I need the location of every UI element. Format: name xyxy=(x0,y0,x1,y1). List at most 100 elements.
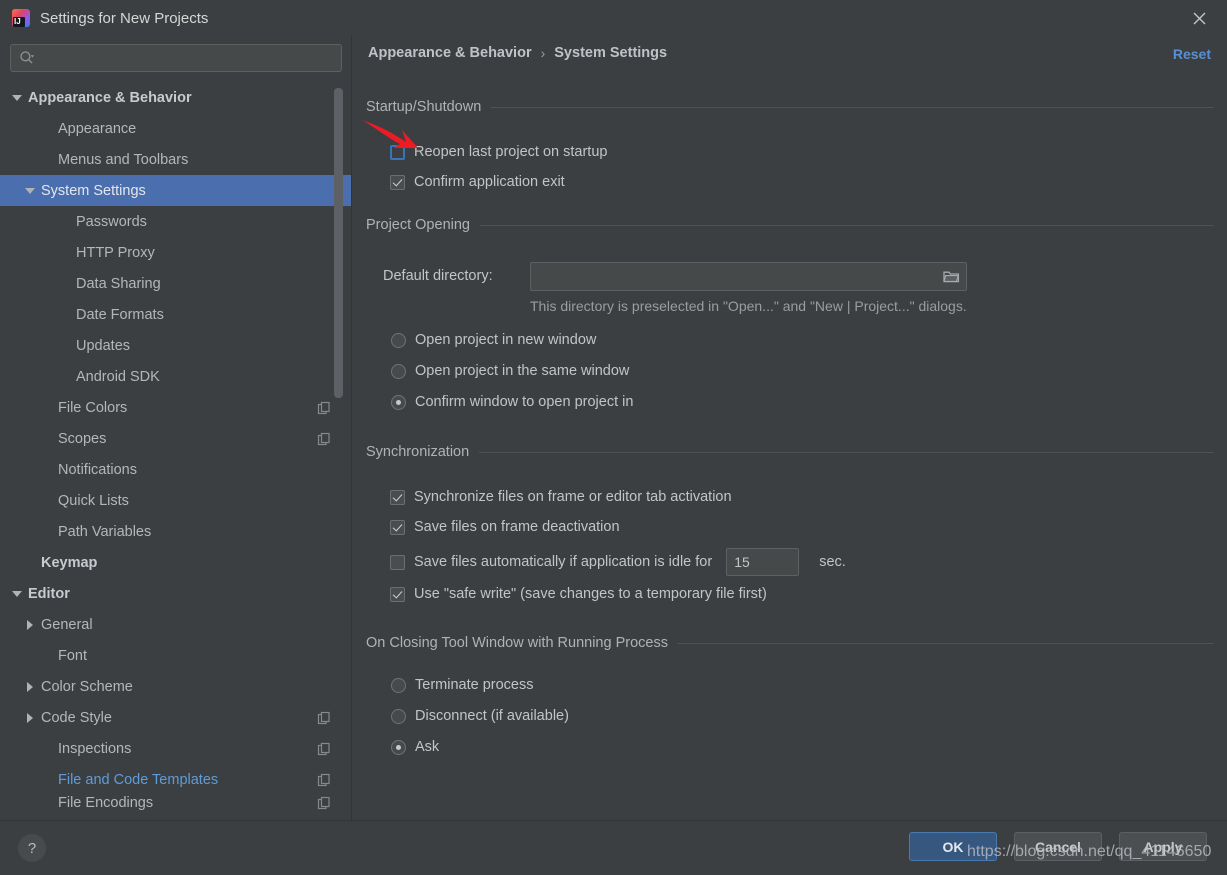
sidebar-item-code-style[interactable]: Code Style xyxy=(0,702,351,733)
idle-seconds-input[interactable] xyxy=(726,548,800,576)
chevron-down-icon[interactable] xyxy=(10,587,24,601)
sidebar-item-http-proxy[interactable]: HTTP Proxy xyxy=(0,237,351,268)
chevron-right-icon[interactable] xyxy=(23,680,37,694)
sidebar-item-general[interactable]: General xyxy=(0,609,351,640)
ok-button[interactable]: OK xyxy=(909,832,997,861)
copy-settings-icon[interactable] xyxy=(317,796,331,810)
open-project-new-window-radio[interactable] xyxy=(391,332,406,348)
terminate-process-radio[interactable] xyxy=(391,677,406,693)
radio-row-open-same-window[interactable]: Open project in the same window xyxy=(391,363,629,379)
radio-row-confirm-window[interactable]: Confirm window to open project in xyxy=(391,394,633,410)
chevron-down-icon[interactable] xyxy=(23,184,37,198)
checkbox-row-safe-write[interactable]: Use "safe write" (save changes to a temp… xyxy=(390,586,767,602)
save-on-deactivation-checkbox[interactable] xyxy=(390,519,405,535)
sidebar-item-label: Color Scheme xyxy=(41,678,133,695)
section-title-project-opening: Project Opening xyxy=(366,217,470,233)
chevron-right-icon[interactable] xyxy=(23,711,37,725)
sidebar-item-label: Code Style xyxy=(41,709,112,726)
sidebar-item-menus-and-toolbars[interactable]: Menus and Toolbars xyxy=(0,144,351,175)
save-when-idle-label: Save files automatically if application … xyxy=(414,554,713,570)
copy-settings-icon[interactable] xyxy=(317,711,331,725)
section-title-startup: Startup/Shutdown xyxy=(366,99,482,115)
search-input[interactable] xyxy=(40,50,320,66)
radio-row-disconnect[interactable]: Disconnect (if available) xyxy=(391,708,569,724)
breadcrumb-parent[interactable]: Appearance & Behavior xyxy=(368,45,532,61)
sidebar-item-editor[interactable]: Editor xyxy=(0,578,351,609)
checkbox-row-save-when-idle[interactable]: Save files automatically if application … xyxy=(390,548,846,576)
sidebar-item-font[interactable]: Font xyxy=(0,640,351,671)
sidebar-item-keymap[interactable]: Keymap xyxy=(0,547,351,578)
help-button[interactable]: ? xyxy=(18,834,46,862)
cancel-button[interactable]: Cancel xyxy=(1014,832,1102,861)
apply-button[interactable]: Apply xyxy=(1119,832,1207,861)
copy-settings-icon[interactable] xyxy=(317,432,331,446)
section-header-closing-tool-window: On Closing Tool Window with Running Proc… xyxy=(366,635,1214,651)
sidebar-item-updates[interactable]: Updates xyxy=(0,330,351,361)
sidebar-item-file-and-code-templates[interactable]: File and Code Templates xyxy=(0,764,351,795)
sidebar-item-label: System Settings xyxy=(41,182,146,199)
section-rule xyxy=(491,106,1214,108)
sidebar-item-scopes[interactable]: Scopes xyxy=(0,423,351,454)
sidebar-item-file-encodings[interactable]: File Encodings xyxy=(0,795,351,811)
copy-settings-icon[interactable] xyxy=(317,742,331,756)
sidebar-item-color-scheme[interactable]: Color Scheme xyxy=(0,671,351,702)
confirm-window-radio[interactable] xyxy=(391,394,406,410)
chevron-down-icon[interactable] xyxy=(10,91,24,105)
sidebar-item-data-sharing[interactable]: Data Sharing xyxy=(0,268,351,299)
safe-write-checkbox[interactable] xyxy=(390,586,405,602)
radio-row-terminate-process[interactable]: Terminate process xyxy=(391,677,533,693)
ask-radio[interactable] xyxy=(391,739,406,755)
settings-main-panel: Appearance & Behavior › System Settings … xyxy=(352,36,1227,820)
sidebar-item-appearance[interactable]: Appearance xyxy=(0,113,351,144)
settings-dialog: Settings for New Projects xyxy=(0,0,1227,875)
radio-row-ask[interactable]: Ask xyxy=(391,739,439,755)
sidebar-item-system-settings[interactable]: System Settings xyxy=(0,175,351,206)
sidebar-item-appearance-behavior[interactable]: Appearance & Behavior xyxy=(0,82,351,113)
sidebar-item-label: Inspections xyxy=(58,740,132,757)
open-project-same-window-radio[interactable] xyxy=(391,363,406,379)
confirm-application-exit-checkbox[interactable] xyxy=(390,174,405,190)
checkbox-row-save-on-deactivation[interactable]: Save files on frame deactivation xyxy=(390,519,620,535)
sidebar-scrollbar-track[interactable] xyxy=(334,82,347,820)
close-icon[interactable] xyxy=(1171,0,1227,36)
chevron-right-icon[interactable] xyxy=(23,618,37,632)
window-title: Settings for New Projects xyxy=(40,9,209,27)
sidebar-item-label: File Encodings xyxy=(58,795,154,811)
section-header-synchronization: Synchronization xyxy=(366,444,1214,460)
save-when-idle-checkbox[interactable] xyxy=(390,554,405,570)
sidebar-item-label: File Colors xyxy=(58,399,128,416)
section-rule xyxy=(479,451,1214,453)
search-icon xyxy=(19,50,35,66)
sidebar-item-label: Font xyxy=(58,647,88,664)
sidebar-item-notifications[interactable]: Notifications xyxy=(0,454,351,485)
sidebar-item-path-variables[interactable]: Path Variables xyxy=(0,516,351,547)
copy-settings-icon[interactable] xyxy=(317,773,331,787)
terminate-process-label: Terminate process xyxy=(415,677,534,693)
sidebar-item-label: Data Sharing xyxy=(76,275,161,292)
reopen-last-project-checkbox[interactable] xyxy=(390,144,405,160)
sidebar-item-label: File and Code Templates xyxy=(58,771,219,788)
sidebar-scrollbar-thumb[interactable] xyxy=(334,88,343,398)
default-directory-input[interactable] xyxy=(530,262,967,291)
sidebar-item-quick-lists[interactable]: Quick Lists xyxy=(0,485,351,516)
search-box[interactable] xyxy=(10,44,342,72)
folder-icon[interactable] xyxy=(936,263,966,290)
sidebar-item-android-sdk[interactable]: Android SDK xyxy=(0,361,351,392)
disconnect-radio[interactable] xyxy=(391,708,406,724)
sidebar-item-label: General xyxy=(41,616,93,633)
checkbox-row-reopen-last-project[interactable]: Reopen last project on startup xyxy=(390,144,607,160)
reset-link[interactable]: Reset xyxy=(1173,46,1211,62)
checkbox-row-sync-files[interactable]: Synchronize files on frame or editor tab… xyxy=(390,489,732,505)
sidebar-item-label: HTTP Proxy xyxy=(76,244,155,261)
sidebar-item-date-formats[interactable]: Date Formats xyxy=(0,299,351,330)
sidebar-item-label: Notifications xyxy=(58,461,137,478)
radio-row-open-new-window[interactable]: Open project in new window xyxy=(391,332,596,348)
sidebar-item-file-colors[interactable]: File Colors xyxy=(0,392,351,423)
checkbox-row-confirm-application-exit[interactable]: Confirm application exit xyxy=(390,174,565,190)
sidebar-item-inspections[interactable]: Inspections xyxy=(0,733,351,764)
sync-files-checkbox[interactable] xyxy=(390,489,405,505)
sidebar-item-passwords[interactable]: Passwords xyxy=(0,206,351,237)
copy-settings-icon[interactable] xyxy=(317,401,331,415)
idle-seconds-unit-label: sec. xyxy=(819,554,846,570)
sidebar-item-label: Passwords xyxy=(76,213,147,230)
